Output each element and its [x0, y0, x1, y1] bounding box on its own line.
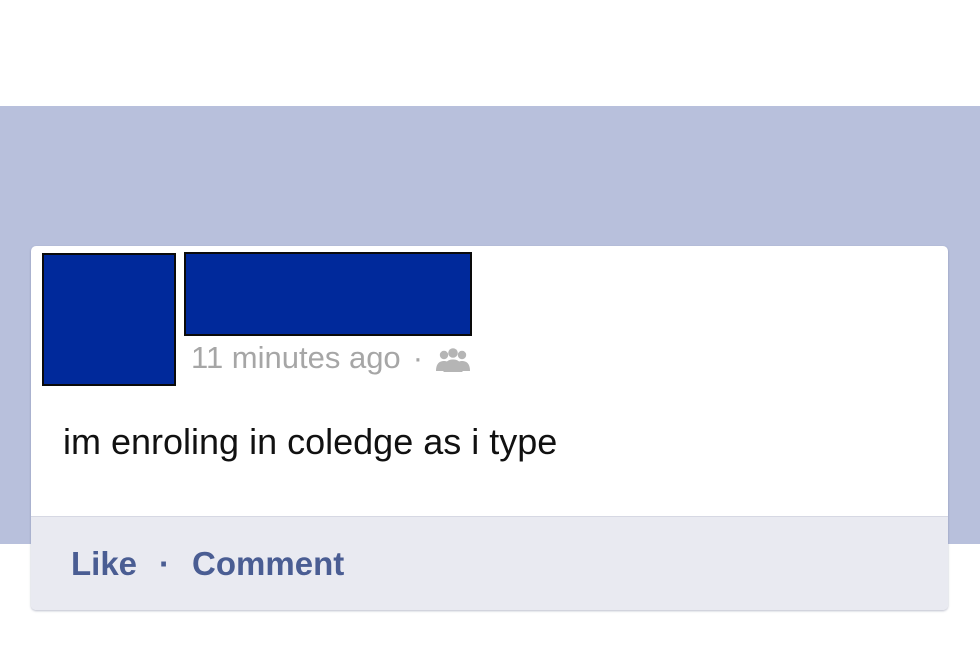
author-name-redacted[interactable] — [184, 252, 472, 336]
feed-background: 11 minutes ago · im enroling in coledge … — [0, 106, 980, 610]
friends-icon — [435, 345, 471, 372]
post-card: 11 minutes ago · im enroling in coledge … — [31, 246, 948, 610]
meta-separator: · — [412, 340, 424, 375]
post-timestamp[interactable]: 11 minutes ago — [191, 340, 401, 376]
like-button[interactable]: Like — [71, 545, 137, 583]
action-separator: · — [159, 544, 171, 582]
post-action-bar: Like · Comment — [31, 516, 948, 610]
avatar-redacted[interactable] — [42, 253, 176, 386]
post-meta: 11 minutes ago · — [191, 338, 471, 378]
comment-button[interactable]: Comment — [192, 545, 344, 583]
post-text: im enroling in coledge as i type — [63, 421, 558, 462]
